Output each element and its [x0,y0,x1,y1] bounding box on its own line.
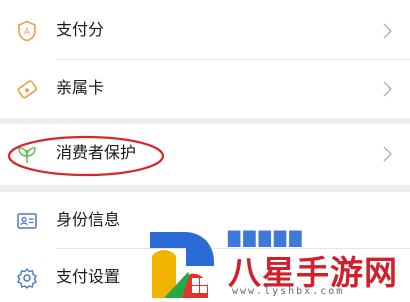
chevron-right-icon [383,81,392,97]
menu-item-label: 支付设置 [56,267,121,286]
menu-item-label: 消费者保护 [56,143,137,162]
family-card-icon [17,80,38,99]
menu-item-pay-score[interactable]: A 支付分 [0,2,410,60]
score-badge-icon: A [18,20,36,42]
menu-item-label: 身份信息 [56,210,121,229]
menu-group-2: 消费者保护 [0,124,410,185]
menu-item-family-card[interactable]: 亲属卡 [0,60,410,118]
menu-item-label: 支付分 [56,20,105,39]
id-card-icon [17,213,37,229]
watermark-ghost-text: ▇▇▇▇▇ [228,228,305,247]
watermark-url: www.lyshbx.com [232,286,345,297]
gear-icon [17,268,37,289]
menu-item-consumer-protection[interactable]: 消费者保护 [0,125,410,183]
chevron-right-icon [383,146,392,162]
menu-item-label: 亲属卡 [56,78,105,97]
svg-text:A: A [24,28,31,38]
menu-group-1: A 支付分 亲属卡 [0,0,410,118]
watermark-logo-icon [150,232,214,298]
chevron-right-icon [383,23,392,39]
site-watermark: ▇▇▇▇▇ 八星手游网 www.lyshbx.com [140,220,410,302]
leaf-shield-icon [18,147,36,164]
